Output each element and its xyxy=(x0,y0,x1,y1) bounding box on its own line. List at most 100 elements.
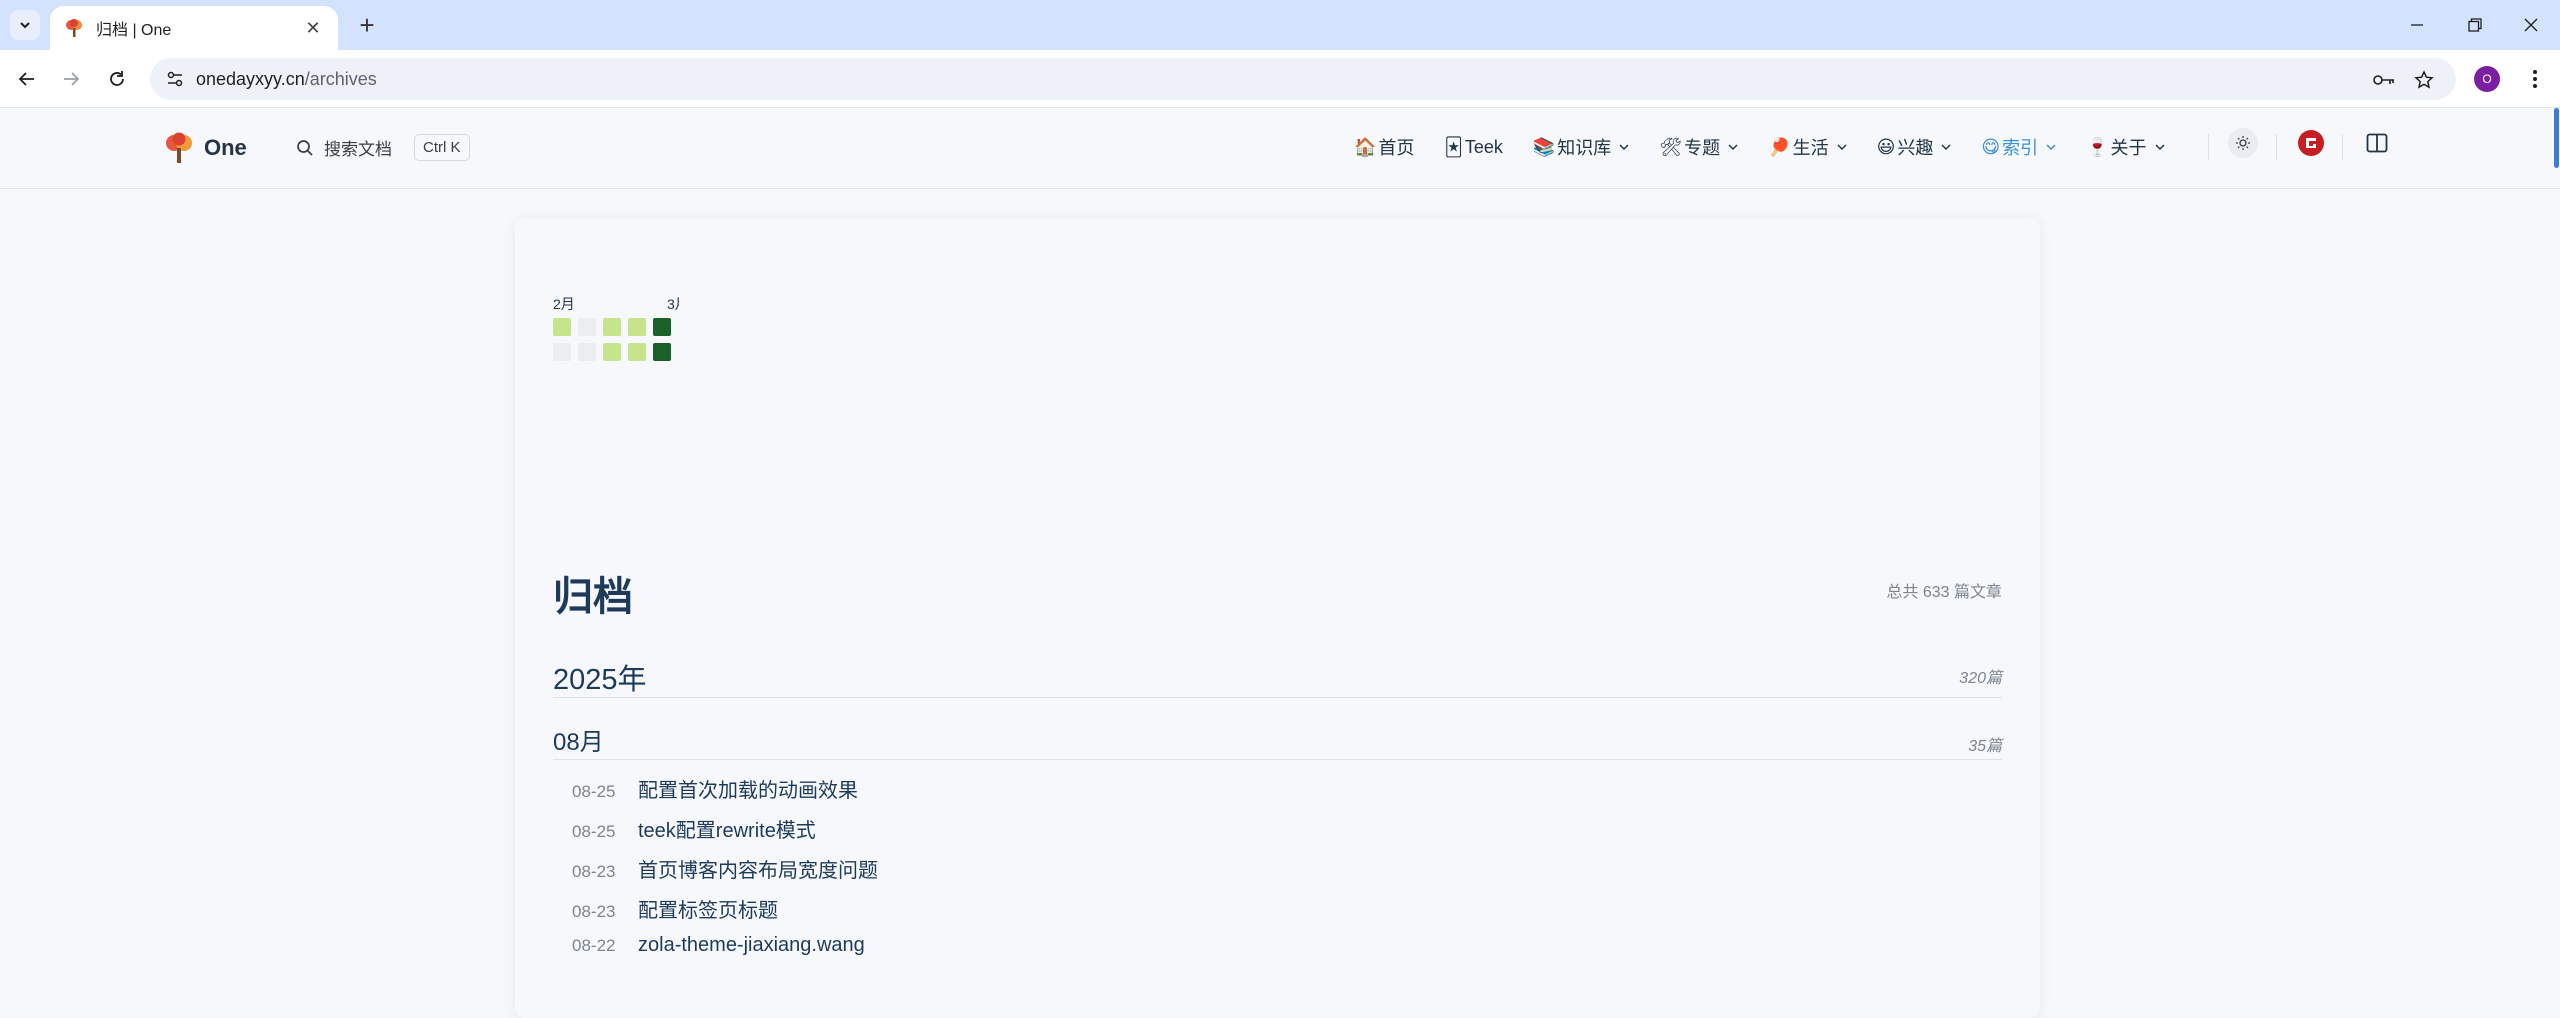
chevron-down-icon xyxy=(2046,144,2056,151)
nav-item-label: 兴趣 xyxy=(1897,138,1934,158)
chevron-down-icon xyxy=(20,22,30,29)
tree-favicon-icon xyxy=(66,19,82,37)
browser-menu-button[interactable] xyxy=(2520,64,2550,94)
heatmap-cell[interactable] xyxy=(603,318,621,336)
reload-button[interactable] xyxy=(102,64,132,94)
heatmap-cell[interactable] xyxy=(653,343,671,361)
url-text[interactable]: onedayxyy.cn/archives xyxy=(196,69,377,90)
nav-item-3[interactable]: 🛠 专题 xyxy=(1659,134,1738,160)
post-title-link[interactable]: 首页博客内容布局宽度问题 xyxy=(638,854,878,883)
sun-icon xyxy=(2236,136,2250,150)
search-icon xyxy=(297,139,313,156)
book-open-icon xyxy=(2366,133,2388,153)
reader-mode-button[interactable] xyxy=(2360,126,2394,160)
active-tab[interactable]: 归档 | One ✕ xyxy=(50,6,338,50)
card-emoji: 🃏 xyxy=(1444,136,1463,157)
heatmap-cell[interactable] xyxy=(603,343,621,361)
tree-logo-icon xyxy=(166,132,192,163)
site-info-icon[interactable] xyxy=(162,66,188,92)
more-vert-icon xyxy=(2533,70,2537,88)
divider xyxy=(2276,134,2277,160)
nav-item-label: 生活 xyxy=(1792,138,1829,158)
chevron-down-icon xyxy=(1619,144,1629,151)
post-title-link[interactable]: 配置首次加载的动画效果 xyxy=(638,774,858,803)
heatmap-cell[interactable] xyxy=(553,318,571,336)
address-bar[interactable]: onedayxyy.cn/archives xyxy=(150,58,2456,100)
heatmap-cell[interactable] xyxy=(653,318,671,336)
face-emoji: 😋 xyxy=(1981,136,2001,157)
arrow-right-icon xyxy=(64,72,80,86)
browser-tab-bar: 归档 | One ✕ + xyxy=(0,0,2560,50)
heatmap-month-label: 2月 xyxy=(553,296,575,312)
tools-emoji: 🛠 xyxy=(1659,136,1683,157)
heatmap-cell[interactable] xyxy=(628,318,646,336)
nav-item-label: 专题 xyxy=(1684,138,1721,158)
brand-link[interactable]: One xyxy=(164,132,247,164)
month-group-header: 08月 35篇 xyxy=(553,720,2002,760)
nav-item-1[interactable]: 🃏 Teek xyxy=(1444,137,1502,158)
password-key-icon[interactable] xyxy=(2372,68,2396,92)
chevron-down-icon xyxy=(1837,144,1847,151)
article-total: 总共 633 篇文章 xyxy=(1886,584,2002,601)
nav-item-label: 知识库 xyxy=(1557,138,1612,158)
chevron-down-icon xyxy=(2155,144,2165,151)
month-count: 35篇 xyxy=(1968,738,2002,755)
nav-item-2[interactable]: 📚 知识库 xyxy=(1533,134,1629,160)
post-title-link[interactable]: 配置标签页标题 xyxy=(638,894,778,923)
tab-close-icon[interactable]: ✕ xyxy=(302,18,324,39)
list-item[interactable]: 08-25 teek配置rewrite模式 xyxy=(572,814,878,854)
heatmap-cell[interactable] xyxy=(628,343,646,361)
nav-item-5[interactable]: 😃 兴趣 xyxy=(1877,134,1952,160)
list-item[interactable]: 08-22 zola-theme-jiaxiang.wang xyxy=(572,934,878,974)
heatmap-month-label: 3月 xyxy=(667,296,679,312)
heatmap-cell[interactable] xyxy=(578,343,596,361)
list-item[interactable]: 08-23 配置标签页标题 xyxy=(572,894,878,934)
tab-search-button[interactable] xyxy=(10,10,40,40)
heatmap-cell[interactable] xyxy=(553,343,571,361)
bookmark-star-icon[interactable] xyxy=(2412,68,2436,92)
contribution-heatmap: 2月 3月 xyxy=(553,294,683,361)
restore-button[interactable] xyxy=(2446,0,2504,50)
list-item[interactable]: 08-23 首页博客内容布局宽度问题 xyxy=(572,854,878,894)
profile-avatar[interactable]: O xyxy=(2474,66,2500,92)
post-title-link[interactable]: zola-theme-jiaxiang.wang xyxy=(638,934,865,957)
post-date: 08-23 xyxy=(572,862,616,881)
post-list: 08-25 配置首次加载的动画效果 08-25 teek配置rewrite模式 … xyxy=(572,774,878,974)
nav-item-label: Teek xyxy=(1464,136,1503,157)
post-date: 08-23 xyxy=(572,902,616,921)
gitee-link[interactable] xyxy=(2294,126,2328,160)
year-group-header: 2025年 320篇 xyxy=(553,656,2002,698)
chevron-down-icon xyxy=(1941,144,1951,151)
post-title-link[interactable]: teek配置rewrite模式 xyxy=(638,814,816,843)
archive-card: 2月 3月 归档 总共 633 篇文章 2025年 320篇 08月 35篇 0… xyxy=(515,218,2040,1018)
house-emoji: 🏠 xyxy=(1354,136,1377,157)
list-item[interactable]: 08-25 配置首次加载的动画效果 xyxy=(572,774,878,814)
brand-name: One xyxy=(204,135,247,160)
doc-search-button[interactable]: 搜索文档 Ctrl K xyxy=(296,134,470,161)
new-tab-button[interactable]: + xyxy=(352,10,382,40)
back-button[interactable] xyxy=(12,64,42,94)
nav-item-0[interactable]: 🏠 首页 xyxy=(1354,134,1414,160)
nav-item-4[interactable]: 🏓 生活 xyxy=(1768,134,1847,160)
smile-emoji: 😃 xyxy=(1876,136,1896,157)
reload-icon xyxy=(110,71,124,86)
browser-toolbar: onedayxyy.cn/archives O xyxy=(0,50,2560,108)
forward-button[interactable] xyxy=(56,64,86,94)
close-window-button[interactable] xyxy=(2502,0,2560,50)
gitee-icon xyxy=(2298,130,2324,156)
year-label: 2025年 xyxy=(553,664,647,696)
nav-item-6[interactable]: 😋 索引 xyxy=(1981,134,2056,160)
nav-item-label: 索引 xyxy=(2002,138,2039,158)
scrollbar-thumb[interactable] xyxy=(2554,108,2559,168)
minimize-icon xyxy=(2411,24,2423,26)
arrow-left-icon xyxy=(18,72,34,86)
nav-item-7[interactable]: 🍷 关于 xyxy=(2086,134,2165,160)
year-count: 320篇 xyxy=(1959,670,2002,687)
heatmap-cell[interactable] xyxy=(578,318,596,336)
site-navbar: One 搜索文档 Ctrl K 🏠 首页 🃏 Teek 📚 知识库 🛠 专题 🏓 生活 😃 兴趣 😋 索引… xyxy=(0,108,2560,189)
theme-toggle-button[interactable] xyxy=(2226,126,2260,160)
heatmap-grid xyxy=(553,318,683,361)
restore-icon xyxy=(2468,18,2482,32)
minimize-button[interactable] xyxy=(2388,0,2446,50)
post-date: 08-25 xyxy=(572,782,616,801)
